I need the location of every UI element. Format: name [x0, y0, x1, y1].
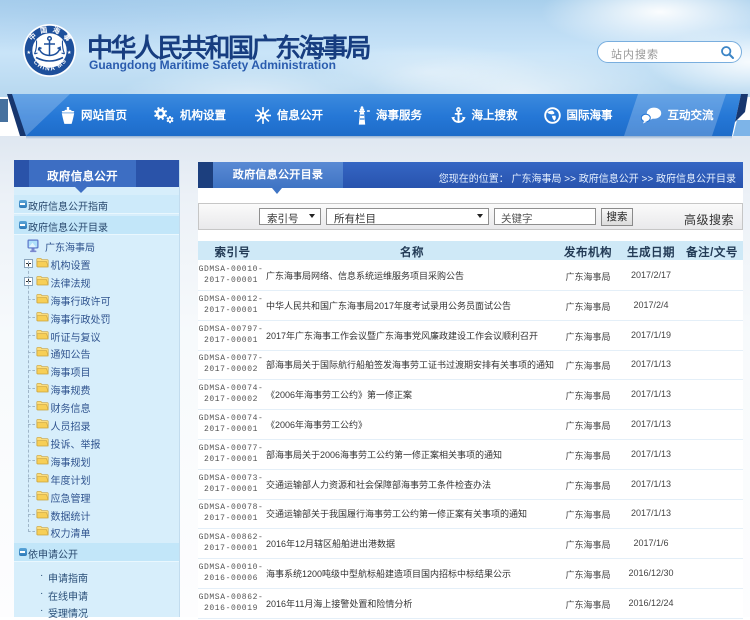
svg-text:★: ★ — [27, 50, 32, 56]
svg-text:★: ★ — [67, 50, 72, 56]
